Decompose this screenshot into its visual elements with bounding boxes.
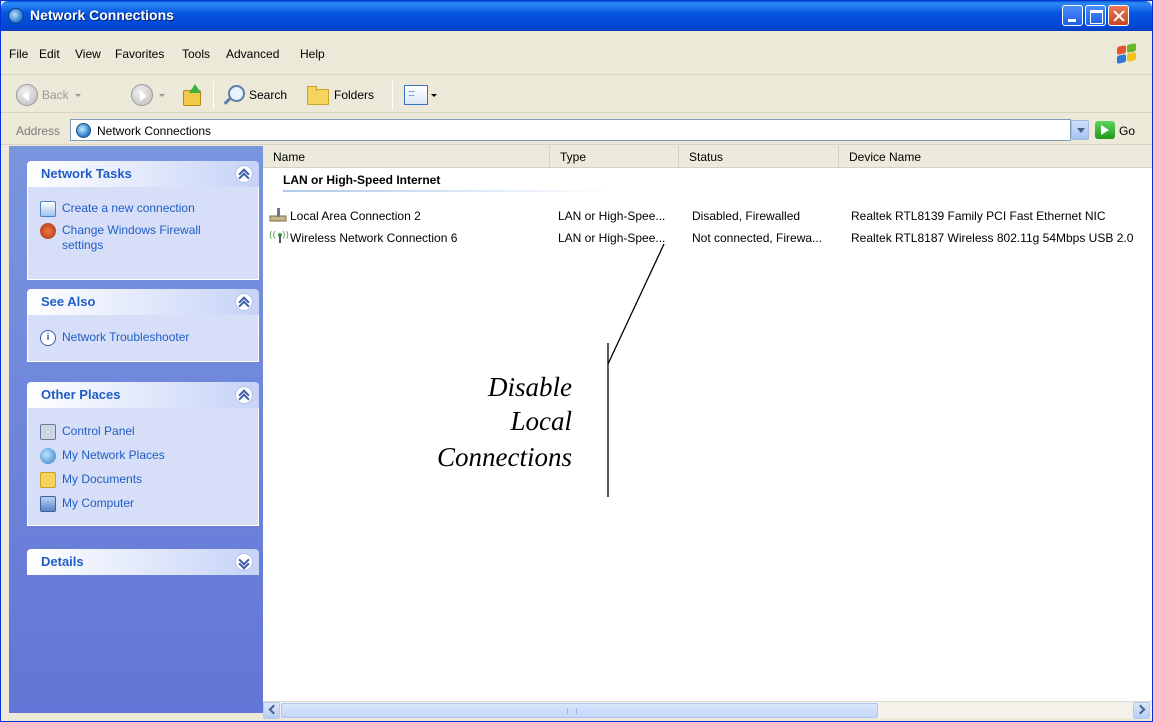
annotation-line-2: Local: [510, 406, 572, 436]
annotation-line-1: Disable: [488, 372, 572, 402]
annotation-lines: [607, 243, 665, 497]
annotation-pointer-line: [607, 243, 665, 365]
annotation-line-3: Connections: [437, 442, 572, 472]
